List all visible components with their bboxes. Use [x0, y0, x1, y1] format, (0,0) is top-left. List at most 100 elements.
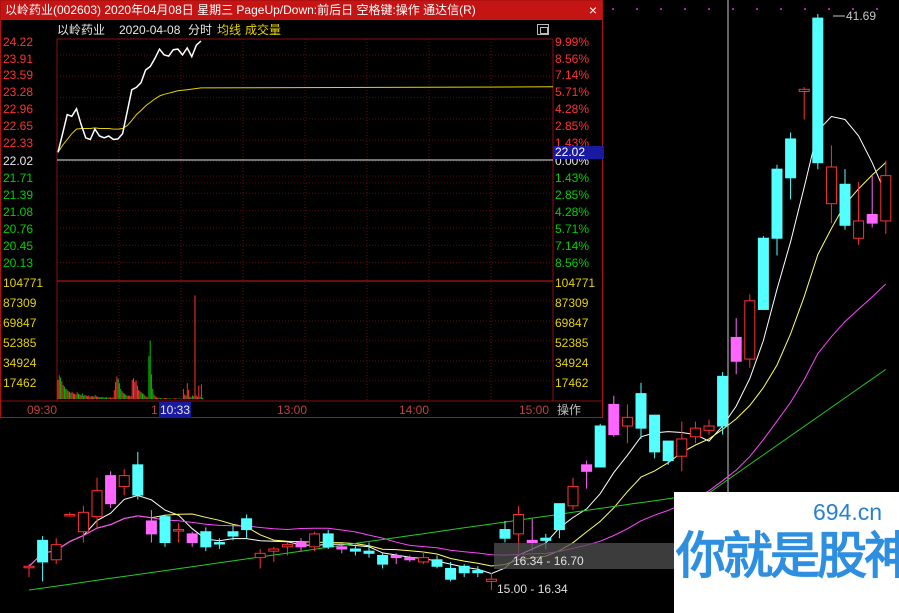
grid-dot: [684, 8, 686, 10]
candle-body: [295, 542, 307, 548]
candle-body: [730, 337, 742, 362]
vol-label-right-2: 69847: [555, 316, 589, 330]
vol-label-right-5: 17462: [555, 376, 589, 390]
price-label-2: 23.59: [3, 68, 34, 82]
candle-body: [349, 548, 361, 552]
candle-body: [50, 544, 62, 561]
price-line: [57, 40, 202, 153]
pct-label-11: 5.71%: [555, 222, 590, 236]
candle-body: [866, 213, 878, 224]
time-label-1400: 14:00: [399, 403, 430, 417]
candle-body: [540, 537, 552, 541]
time-label-1300: 13:00: [277, 403, 308, 417]
candle-body: [499, 529, 511, 539]
price-label-11: 20.76: [3, 222, 34, 236]
grid-dot: [780, 8, 782, 10]
operate-button[interactable]: 操作: [557, 402, 601, 418]
range-upper-label: 16.34 - 16.70: [513, 554, 584, 568]
candle-body: [703, 425, 715, 431]
price-label-10: 21.08: [3, 205, 34, 219]
candle-body: [839, 183, 851, 226]
pct-label-1: 8.56%: [555, 52, 590, 66]
candle-body: [322, 533, 334, 548]
price-label-12: 20.45: [3, 239, 34, 253]
candle-body: [567, 485, 579, 507]
price-label-13: 20.13: [3, 256, 34, 270]
intraday-chart: [1, 38, 602, 402]
range-lower-label: 15.00 - 16.34: [497, 582, 568, 596]
cursor-price-label: 22.02: [553, 146, 604, 159]
candle-body: [64, 513, 76, 517]
candle-body: [785, 138, 797, 179]
vol-label-left-3: 52385: [3, 336, 37, 350]
candle-body: [513, 513, 525, 535]
grid-dot: [612, 8, 614, 10]
candle-body: [91, 490, 103, 518]
top-dotted-grid: [612, 8, 878, 10]
price-label-9: 21.39: [3, 188, 34, 202]
candle-body: [485, 578, 497, 582]
grid-dot: [732, 8, 734, 10]
pct-label-3: 5.71%: [555, 85, 590, 99]
watermark-text: 你就是股神: [676, 528, 899, 584]
candle-body: [812, 17, 824, 164]
intraday-popup-window[interactable]: 以岭药业(002603) 2020年04月08日 星期三 PageUp/Down…: [0, 0, 604, 418]
candle-body: [213, 542, 225, 545]
candle-body: [254, 552, 266, 559]
price-label-7: 22.02: [3, 154, 34, 168]
grid-dot: [708, 8, 710, 10]
price-label-8: 21.71: [3, 171, 34, 185]
time-label-1500: 15:00: [519, 403, 550, 417]
price-label-3: 23.28: [3, 85, 34, 99]
time-label-1130: 1: [151, 403, 158, 417]
grid-dot: [876, 8, 878, 10]
candle-body: [717, 375, 729, 427]
candle-body: [159, 516, 171, 544]
cursor-time-label: 10:33: [159, 402, 191, 418]
candle-body: [757, 237, 769, 310]
candle-body: [390, 554, 402, 559]
price-label-1: 23.91: [3, 52, 34, 66]
grid-dot: [756, 8, 758, 10]
volume-bars: [57, 295, 204, 399]
stock-terminal: 41.69 16.34 - 16.70 15.00 - 16.34 以岭药业(0…: [0, 0, 899, 613]
grid-dot: [636, 8, 638, 10]
candle-body: [173, 529, 185, 532]
candle-body: [458, 565, 470, 574]
candle-body: [23, 565, 35, 569]
price-label-0: 24.22: [3, 35, 34, 49]
grid-dot: [804, 8, 806, 10]
vol-label-left-0: 104771: [3, 276, 44, 290]
candle-body: [798, 88, 810, 92]
candle-body: [132, 464, 144, 496]
time-label-0930: 09:30: [27, 403, 58, 417]
grid-dot: [660, 8, 662, 10]
price-label-4: 22.96: [3, 102, 34, 116]
candle-body: [553, 503, 565, 531]
candle-body: [105, 475, 117, 505]
candle-body: [309, 533, 321, 548]
candle-body: [472, 570, 484, 574]
candle-body: [445, 567, 457, 580]
candle-body: [621, 416, 633, 427]
candle-body: [200, 531, 212, 548]
pct-label-8: 1.43%: [555, 171, 590, 185]
candle-body: [853, 220, 865, 239]
candle-body: [363, 550, 375, 554]
candle-body: [417, 557, 429, 563]
candle-body: [118, 475, 130, 487]
candle-body: [404, 557, 416, 561]
candle-body: [227, 531, 239, 537]
candle-body: [676, 438, 688, 457]
candle-body: [37, 539, 49, 563]
candle-body: [241, 518, 253, 531]
watermark-url: 694.cn: [813, 499, 883, 525]
candle-body: [880, 175, 892, 222]
candle-body: [689, 427, 701, 438]
candle-body: [581, 464, 593, 472]
candle-body: [662, 440, 674, 462]
candle-body: [77, 511, 89, 533]
pct-label-5: 2.85%: [555, 119, 590, 133]
vol-label-right-3: 52385: [555, 336, 589, 350]
candle-body: [526, 539, 538, 544]
